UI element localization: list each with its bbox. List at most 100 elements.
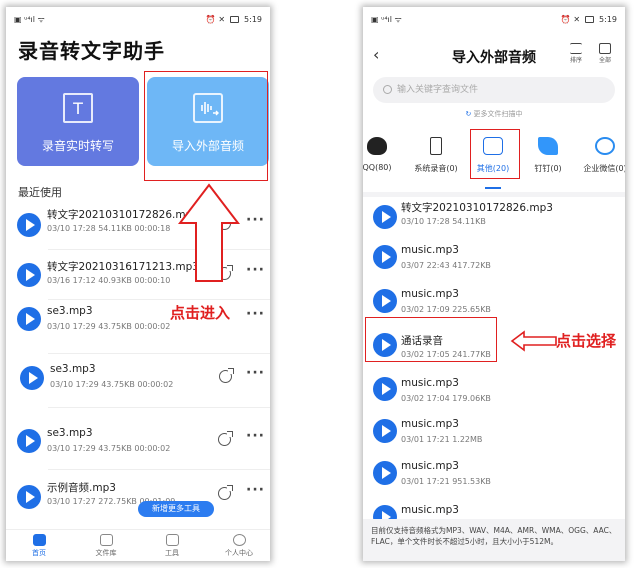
app-title: 录音转文字助手 xyxy=(18,39,165,63)
tab-file-library[interactable]: 文件库 xyxy=(76,534,136,558)
play-icon[interactable] xyxy=(17,485,41,509)
share-icon[interactable] xyxy=(218,485,233,500)
play-icon[interactable] xyxy=(17,429,41,453)
divider xyxy=(48,469,270,470)
status-bar: ▣ ᵘ⁴ıl ᯤ ⏰ ✕ 5:19 xyxy=(363,7,625,31)
category-dingtalk[interactable]: 钉钉(0) xyxy=(520,137,576,174)
play-icon[interactable] xyxy=(20,366,44,390)
file-name: music.mp3 xyxy=(401,377,459,389)
file-name: 转文字20210310172826.mp3 xyxy=(47,209,199,221)
play-icon[interactable] xyxy=(373,245,397,269)
status-bar: ▣ ᵘ⁴ıl ᯤ ⏰ ✕ 5:19 xyxy=(6,7,270,31)
file-name: music.mp3 xyxy=(401,418,459,430)
all-button[interactable]: 全部 xyxy=(595,43,615,64)
folder-icon xyxy=(599,43,611,54)
file-meta: 03/10 17:29 43.75KB 00:00:02 xyxy=(47,444,171,453)
more-icon[interactable]: ··· xyxy=(246,306,265,322)
left-phone-screen: ▣ ᵘ⁴ıl ᯤ ⏰ ✕ 5:19 录音转文字助手 T 录音实时转写 导入外部音频… xyxy=(6,7,270,561)
file-name: 转文字20210310172826.mp3 xyxy=(401,202,553,214)
file-meta: 03/10 17:28 54.11KB 00:00:18 xyxy=(47,224,171,233)
more-icon[interactable]: ··· xyxy=(246,365,265,381)
sort-button[interactable]: 排序 xyxy=(566,43,586,64)
format-notice: 目前仅支持音频格式为MP3、WAV、M4A、AMR、WMA、OGG、AAC、FL… xyxy=(363,519,625,561)
svg-text:T: T xyxy=(72,99,83,118)
file-name: 示例音频.mp3 xyxy=(47,482,116,494)
file-row[interactable]: music.mp3 03/01 17:21 951.53KB xyxy=(363,455,625,505)
folder-icon xyxy=(99,534,113,546)
highlight-box-other xyxy=(470,129,520,179)
selected-tab-indicator xyxy=(485,187,501,189)
file-name: music.mp3 xyxy=(401,244,459,256)
right-phone-screen: ▣ ᵘ⁴ıl ᯤ ⏰ ✕ 5:19 ‹ 导入外部音频 排序 全部 输入关键字查询文… xyxy=(363,7,625,561)
play-icon[interactable] xyxy=(373,205,397,229)
recent-section-title: 最近使用 xyxy=(18,186,62,199)
file-meta: 03/10 17:28 54.11KB xyxy=(401,217,486,226)
file-name: se3.mp3 xyxy=(47,305,93,317)
divider xyxy=(48,407,270,408)
category-system-recording[interactable]: 系统录音(0) xyxy=(408,137,464,174)
file-name: music.mp3 xyxy=(401,288,459,300)
refresh-icon: ↻ xyxy=(465,110,474,118)
more-icon[interactable]: ··· xyxy=(246,482,265,498)
more-icon[interactable]: ··· xyxy=(246,262,265,278)
header: ‹ 导入外部音频 排序 全部 xyxy=(363,41,625,71)
highlight-box-call-recording xyxy=(365,317,497,362)
status-right-icons: ⏰ ✕ xyxy=(205,14,226,24)
category-wecom[interactable]: 企业微信(0) xyxy=(577,137,625,174)
play-icon[interactable] xyxy=(17,263,41,287)
dingtalk-icon xyxy=(538,137,558,155)
status-left-icons: ▣ ᵘ⁴ıl ᯤ xyxy=(371,14,402,24)
tab-home[interactable]: 首页 xyxy=(9,534,69,558)
file-meta: 03/10 17:29 43.75KB 00:00:02 xyxy=(50,380,174,389)
arrow-up-annotation xyxy=(178,183,240,282)
file-name: se3.mp3 xyxy=(47,427,93,439)
play-icon[interactable] xyxy=(17,213,41,237)
battery-icon xyxy=(585,15,595,23)
play-icon[interactable] xyxy=(373,419,397,443)
file-name: se3.mp3 xyxy=(50,363,96,375)
status-time: 5:19 xyxy=(599,14,617,24)
smile-icon xyxy=(232,534,246,546)
record-transcribe-card[interactable]: T 录音实时转写 xyxy=(17,77,139,166)
play-icon[interactable] xyxy=(373,461,397,485)
file-meta: 03/07 22:43 417.72KB xyxy=(401,261,491,270)
home-icon xyxy=(32,534,46,546)
toolbox-icon xyxy=(165,534,179,546)
more-icon[interactable]: ··· xyxy=(246,212,265,228)
file-row[interactable]: music.mp3 03/01 17:21 1.22MB xyxy=(363,411,625,461)
wecom-icon xyxy=(595,137,615,155)
more-icon[interactable]: ··· xyxy=(246,428,265,444)
play-icon[interactable] xyxy=(373,289,397,313)
bottom-tab-bar: 首页 文件库 工具 个人中心 xyxy=(6,529,270,561)
list-item[interactable]: se3.mp3 03/10 17:29 43.75KB 00:00:02 ··· xyxy=(6,417,270,467)
search-placeholder: 输入关键字查询文件 xyxy=(397,85,479,95)
highlight-box-import xyxy=(144,71,268,181)
status-left-icons: ▣ ᵘ⁴ıl ᯤ xyxy=(14,14,45,24)
file-name: music.mp3 xyxy=(401,504,459,516)
text-frame-icon: T xyxy=(63,93,93,123)
annotation-click-select: 点击选择 xyxy=(556,332,617,350)
share-icon[interactable] xyxy=(219,368,234,383)
play-icon[interactable] xyxy=(373,377,397,401)
sort-icon xyxy=(570,43,582,54)
share-icon[interactable] xyxy=(218,431,233,446)
list-item[interactable]: 示例音频.mp3 03/10 17:27 272.75KB 00:01:09 ·… xyxy=(6,474,270,524)
list-item[interactable]: se3.mp3 03/10 17:29 43.75KB 00:00:02 ··· xyxy=(6,358,270,408)
search-icon xyxy=(383,85,392,94)
add-more-tools-button[interactable]: 新增更多工具 xyxy=(138,501,214,517)
file-meta: 03/02 17:09 225.65KB xyxy=(401,305,491,314)
play-icon[interactable] xyxy=(17,307,41,331)
file-name: music.mp3 xyxy=(401,460,459,472)
tab-profile[interactable]: 个人中心 xyxy=(209,534,269,558)
file-row[interactable]: music.mp3 03/07 22:43 417.72KB xyxy=(363,239,625,289)
phone-icon xyxy=(430,137,442,155)
file-meta: 03/02 17:04 179.06KB xyxy=(401,394,491,403)
tab-tools[interactable]: 工具 xyxy=(142,534,202,558)
file-meta: 03/01 17:21 1.22MB xyxy=(401,435,483,444)
battery-icon xyxy=(230,15,240,23)
category-qq[interactable]: QQ(80) xyxy=(363,137,405,172)
arrow-left-annotation xyxy=(510,330,557,352)
list-item[interactable]: se3.mp3 03/10 17:29 43.75KB 00:00:02 ··· xyxy=(6,300,270,350)
status-right-icons: ⏰ ✕ xyxy=(560,14,581,24)
search-input[interactable]: 输入关键字查询文件 xyxy=(373,77,615,103)
